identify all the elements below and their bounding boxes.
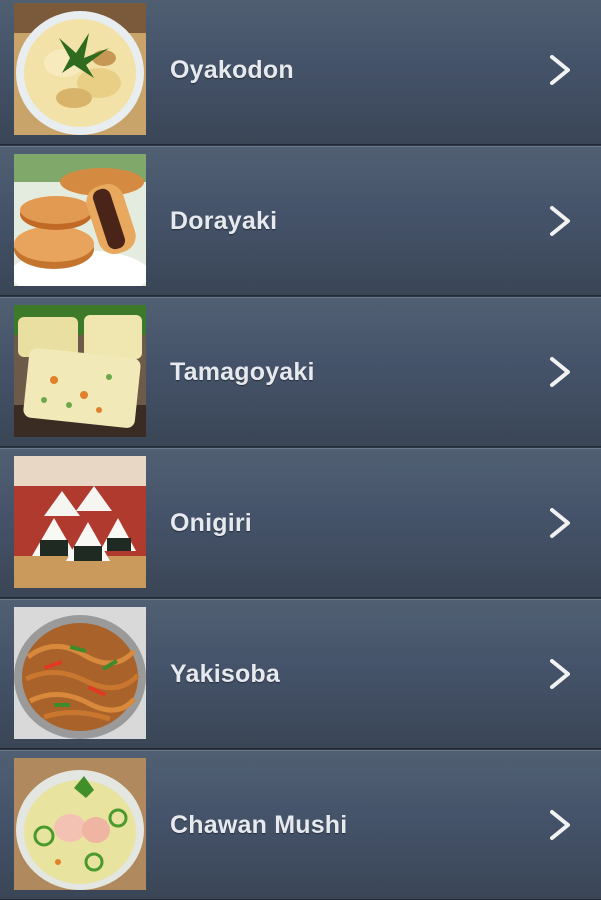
list-item-onigiri[interactable]: Onigiri	[0, 448, 601, 598]
recipe-title: Onigiri	[170, 509, 252, 537]
list-item-yakisoba[interactable]: Yakisoba	[0, 599, 601, 749]
chevron-right-icon	[547, 657, 573, 691]
dorayaki-photo	[14, 154, 146, 286]
chevron-right-icon	[547, 204, 573, 238]
oyakodon-photo	[14, 3, 146, 135]
tamagoyaki-photo	[14, 305, 146, 437]
chevron-right-icon	[547, 808, 573, 842]
yakisoba-photo	[14, 607, 146, 739]
chevron-right-icon	[547, 355, 573, 389]
recipe-title: Chawan Mushi	[170, 811, 348, 839]
recipe-title: Oyakodon	[170, 56, 294, 84]
recipe-title: Tamagoyaki	[170, 358, 315, 386]
list-item-oyakodon[interactable]: Oyakodon	[0, 0, 601, 145]
onigiri-photo	[14, 456, 146, 588]
chevron-right-icon	[547, 506, 573, 540]
recipe-list: Oyakodon Dorayaki Tamagoyaki Onigiri Yak…	[0, 0, 601, 900]
recipe-title: Yakisoba	[170, 660, 280, 688]
list-item-dorayaki[interactable]: Dorayaki	[0, 146, 601, 296]
list-item-tamagoyaki[interactable]: Tamagoyaki	[0, 297, 601, 447]
list-item-chawan-mushi[interactable]: Chawan Mushi	[0, 750, 601, 900]
recipe-title: Dorayaki	[170, 207, 278, 235]
chevron-right-icon	[547, 53, 573, 87]
chawan-mushi-photo	[14, 758, 146, 890]
